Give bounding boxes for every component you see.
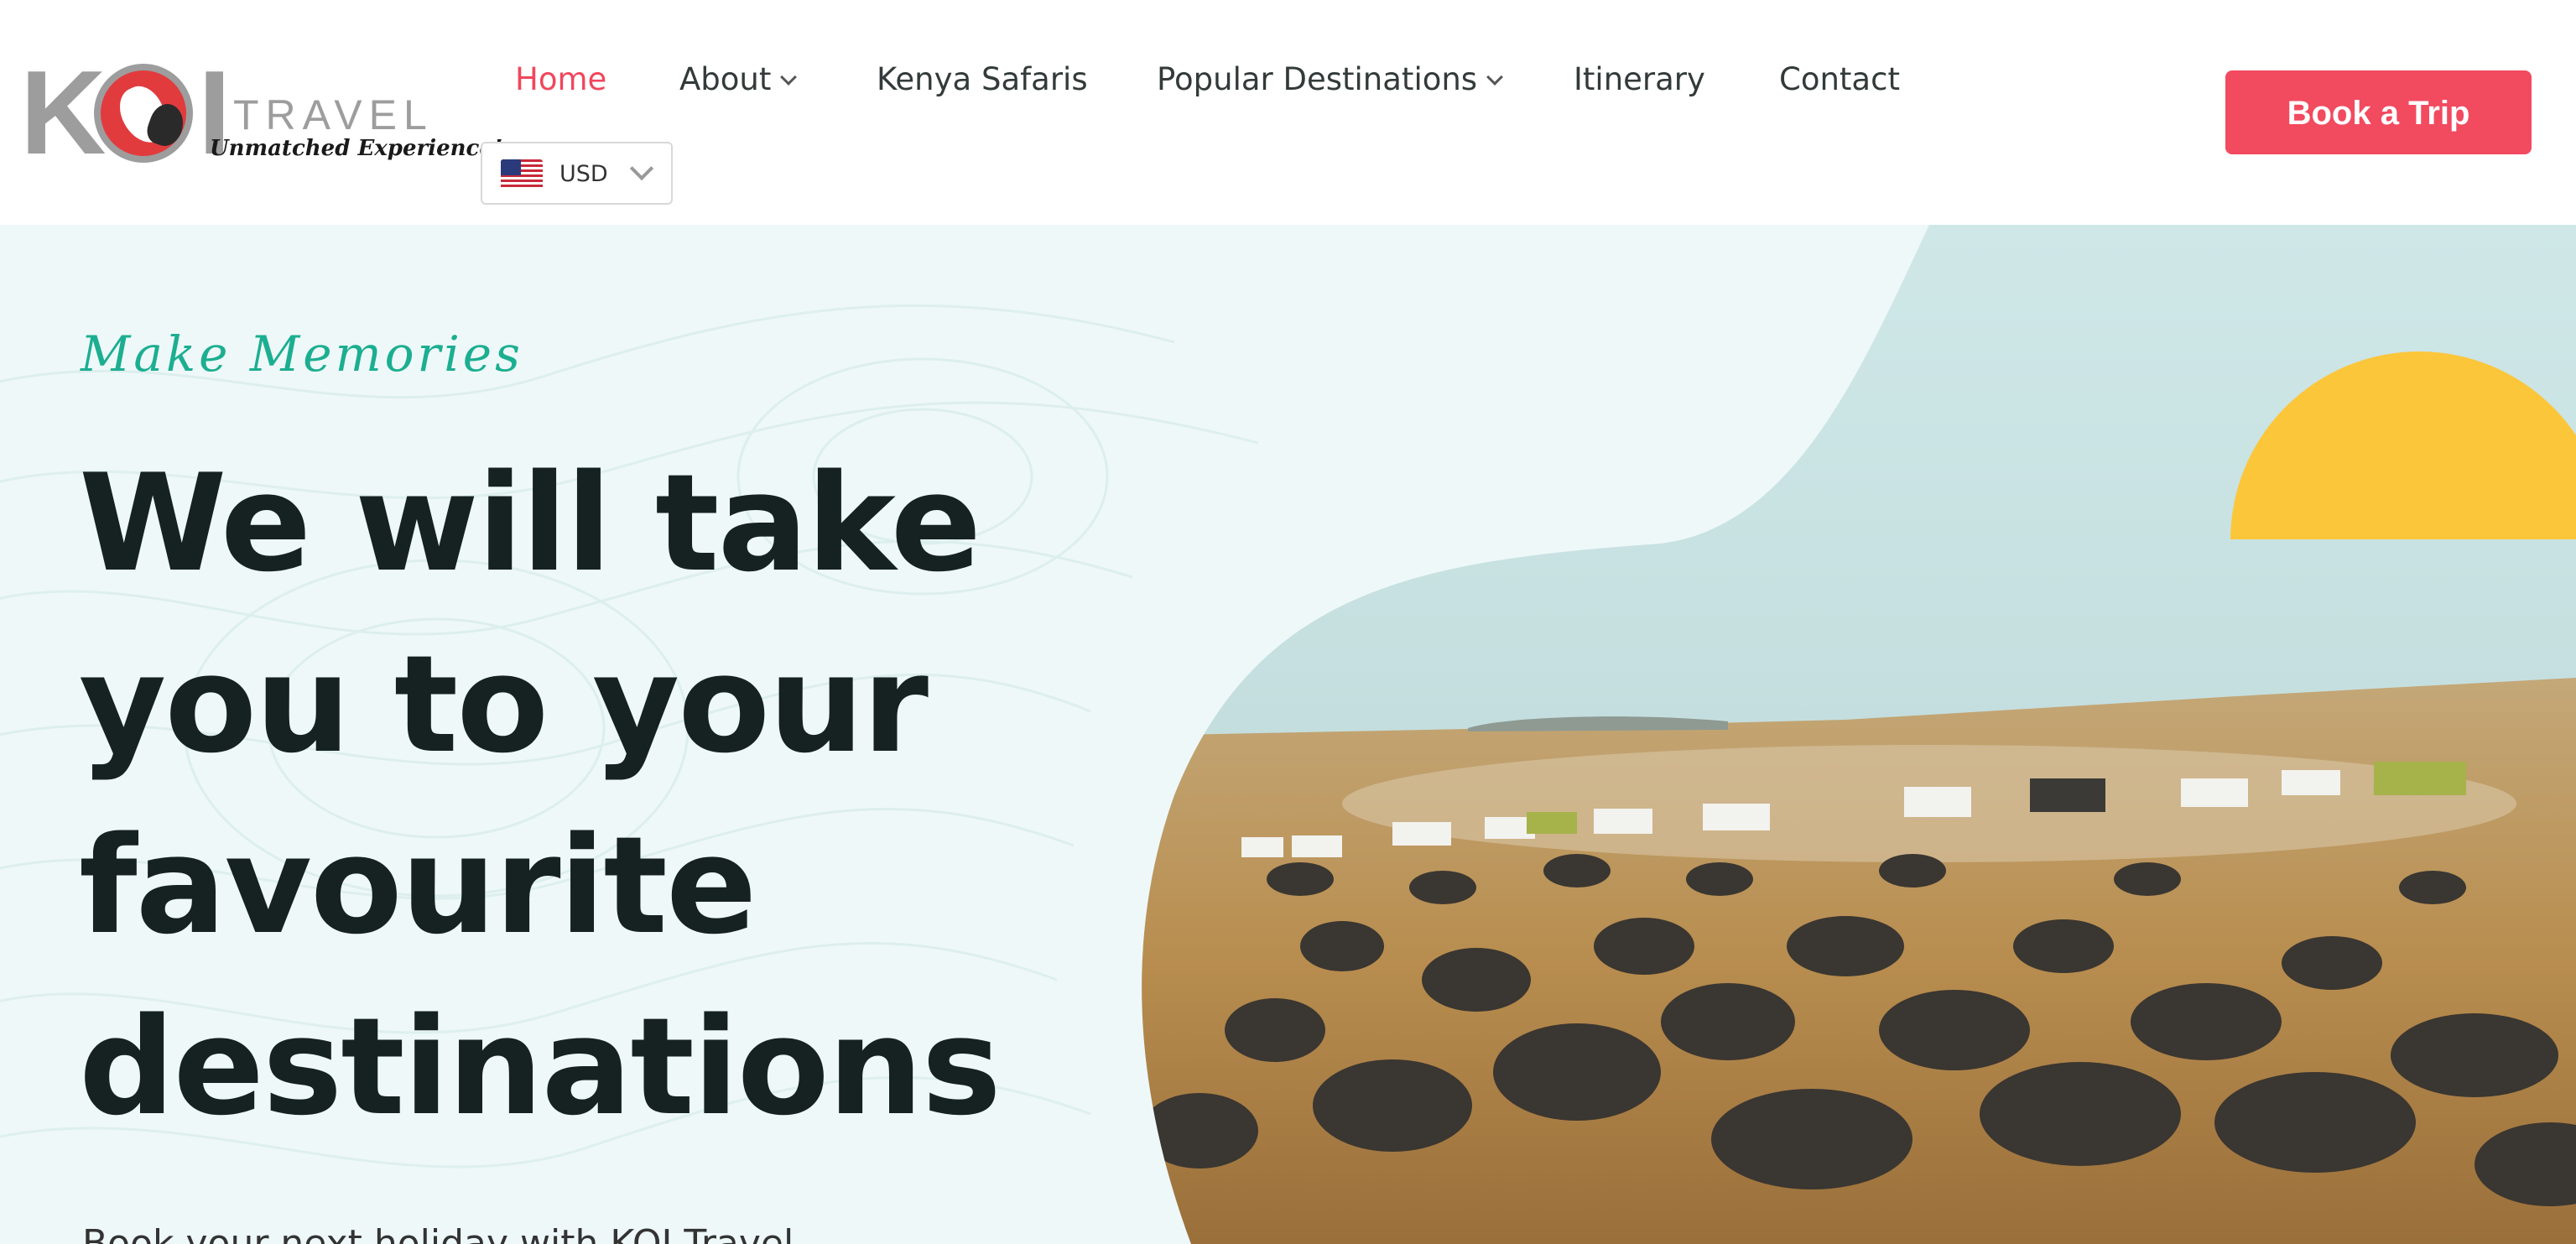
- chevron-down-icon: [1486, 69, 1503, 86]
- nav-item-about[interactable]: About: [679, 50, 798, 109]
- nav-item-popular-destinations-label: Popular Destinations: [1157, 61, 1478, 97]
- us-flag-icon: [501, 159, 543, 190]
- hero-tagline: Make Memories: [81, 325, 523, 383]
- nav-item-popular-destinations[interactable]: Popular Destinations: [1157, 50, 1503, 109]
- hero-section: Make Memories We will take you to your f…: [0, 225, 2576, 1244]
- nav-item-about-label: About: [679, 61, 772, 97]
- logo-koi-fish-icon: [94, 64, 193, 163]
- nav-item-home[interactable]: Home: [515, 50, 606, 109]
- hero-headline: We will take you to your favourite desti…: [79, 445, 1002, 1145]
- currency-code: USD: [559, 161, 608, 187]
- currency-selector[interactable]: USD: [481, 142, 673, 205]
- logo-wordmark: TRAVEL: [233, 91, 434, 138]
- chevron-down-icon: [629, 156, 654, 181]
- nav-item-contact[interactable]: Contact: [1779, 50, 1900, 109]
- logo-tagline: Unmatched Experience!: [210, 136, 503, 161]
- logo-letter-k: K: [20, 46, 107, 180]
- book-a-trip-button[interactable]: Book a Trip: [2225, 70, 2532, 154]
- koi-travel-logo[interactable]: K I TRAVEL Unmatched Experience!: [20, 46, 502, 180]
- nav-item-kenya-safaris[interactable]: Kenya Safaris: [877, 50, 1088, 109]
- chevron-down-icon: [780, 69, 798, 86]
- nav-item-itinerary[interactable]: Itinerary: [1574, 50, 1705, 109]
- site-header: K I TRAVEL Unmatched Experience! Home Ab…: [0, 0, 2576, 225]
- hero-subtext: Book your next holiday with KOI Travel: [82, 1222, 794, 1244]
